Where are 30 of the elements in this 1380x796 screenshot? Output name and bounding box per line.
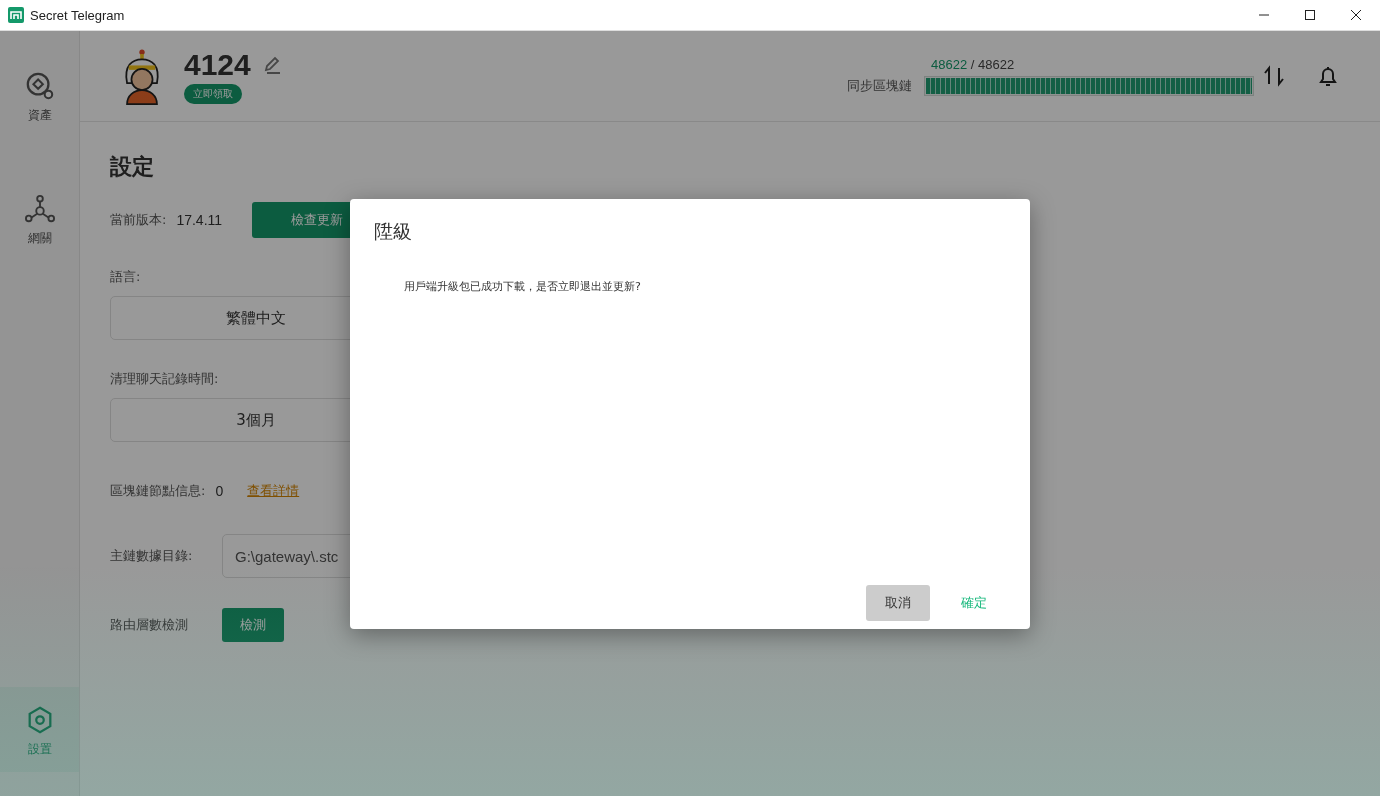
transfer-arrows-icon[interactable] xyxy=(1262,64,1286,88)
version-label: 當前版本: xyxy=(110,211,167,229)
cancel-button[interactable]: 取消 xyxy=(866,585,930,621)
network-icon xyxy=(24,194,55,224)
claim-badge[interactable]: 立即領取 xyxy=(184,84,242,104)
app-logo-icon xyxy=(8,7,24,23)
close-icon[interactable] xyxy=(1350,9,1362,21)
dialog-message: 用戶端升級包已成功下載，是否立即退出並更新? xyxy=(404,279,642,294)
coin-icon xyxy=(24,71,55,101)
account-name: 4124 xyxy=(184,48,251,82)
confirm-button[interactable]: 確定 xyxy=(942,585,1006,621)
clear-history-label: 清理聊天記錄時間: xyxy=(110,370,219,388)
version-number: 17.4.11 xyxy=(176,212,223,228)
edit-icon[interactable] xyxy=(262,55,283,75)
route-check-label: 路由層數檢測 xyxy=(110,616,189,634)
maximize-icon[interactable] xyxy=(1304,9,1316,21)
sync-count: 48622 / 48622 xyxy=(931,56,1016,72)
sync-label: 同步區塊鏈 xyxy=(847,76,912,95)
window-title: Secret Telegram xyxy=(30,7,125,23)
route-check-button[interactable]: 檢測 xyxy=(222,608,284,642)
view-details-link[interactable]: 查看詳情 xyxy=(247,482,300,500)
sidebar-item[interactable]: 網關 xyxy=(0,134,79,257)
page-title: 設定 xyxy=(110,153,154,181)
node-count: 0 xyxy=(215,483,224,499)
bell-icon[interactable] xyxy=(1316,64,1340,88)
language-label: 語言: xyxy=(110,268,141,286)
sidebar-item[interactable]: 資產 xyxy=(0,31,79,134)
sidebar-item[interactable]: 設置 xyxy=(0,687,79,772)
data-directory-label: 主鏈數據目錄: xyxy=(110,547,194,565)
node-info-label: 區塊鏈節點信息: xyxy=(110,482,206,500)
